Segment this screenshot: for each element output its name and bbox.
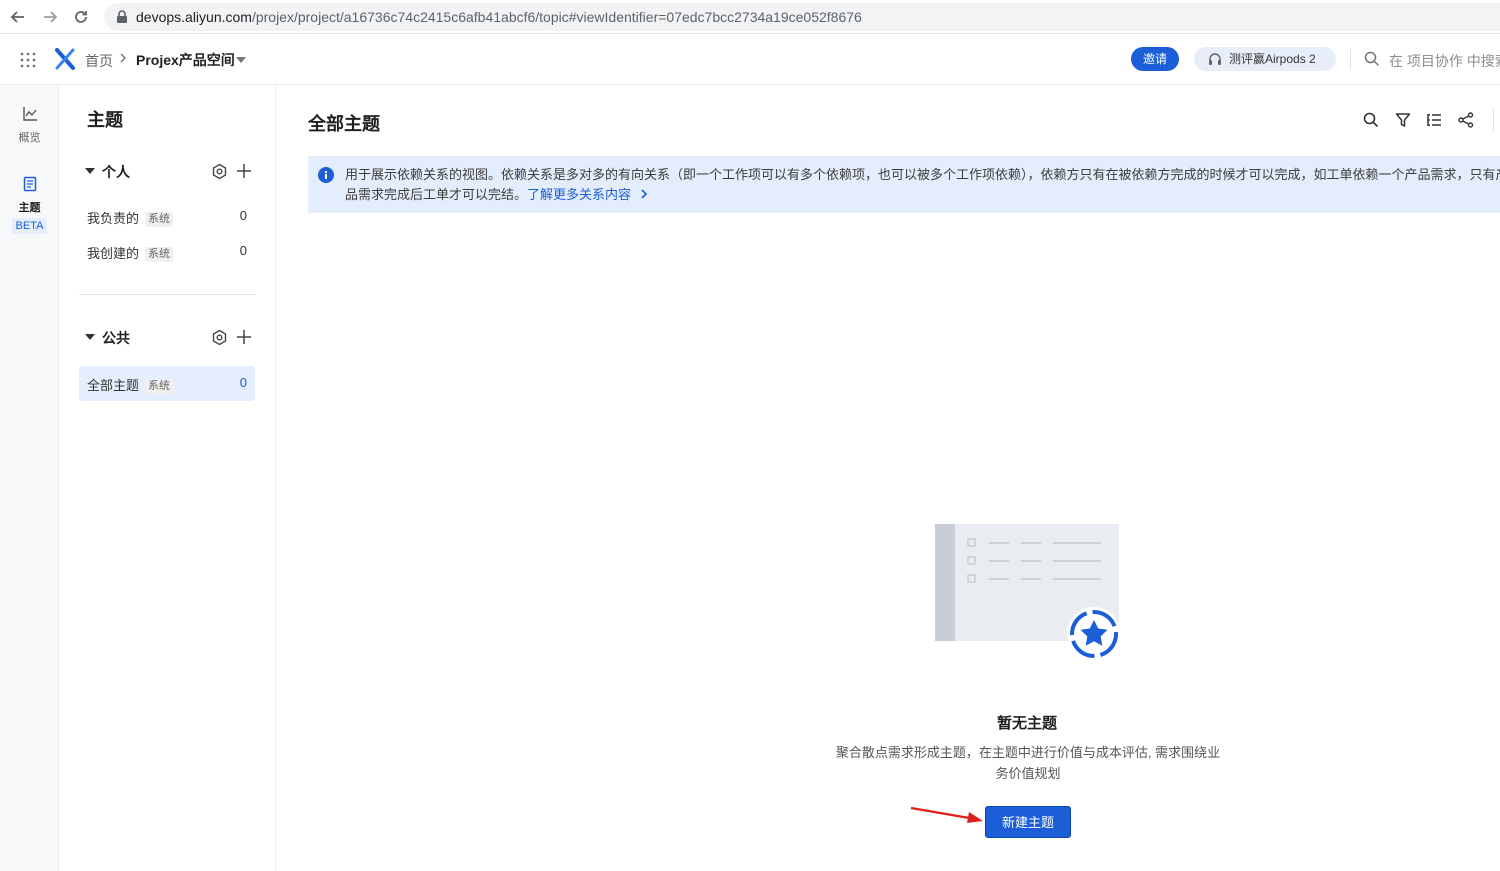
- rail-label-topic: 主题: [18, 202, 41, 214]
- caret-down-icon[interactable]: [236, 57, 246, 63]
- caret-down-icon[interactable]: [85, 334, 95, 340]
- search-icon[interactable]: [1364, 51, 1380, 67]
- lock-icon: [117, 10, 127, 23]
- url-path: /projex/project/a16736c74c2415c6afb41abc…: [251, 9, 862, 25]
- view-item-count: 0: [239, 208, 247, 223]
- chevron-right-icon: [641, 189, 647, 199]
- page-title: 全部主题: [308, 114, 380, 134]
- group-public-header[interactable]: 公共: [85, 328, 255, 348]
- promo-button[interactable]: 测评赢Airpods 2: [1194, 47, 1336, 71]
- info-icon: [318, 167, 334, 183]
- view-item-label: 我创建的: [87, 246, 140, 261]
- annotation-arrow-icon: [910, 806, 983, 823]
- system-tag: 系统: [145, 379, 174, 394]
- view-item-label: 我负责的: [87, 211, 140, 226]
- header-divider: [1350, 49, 1351, 69]
- breadcrumb-home[interactable]: 首页: [85, 51, 113, 71]
- sidebar-title: 主题: [87, 110, 123, 130]
- settings-icon[interactable]: [211, 163, 228, 180]
- views-sidebar: 主题 个人 我负责的 系统 0 我创建的 系统 0 公共 全部主题 系统 0: [60, 86, 276, 871]
- plus-icon[interactable]: [235, 328, 253, 346]
- list-tree-icon[interactable]: [1426, 112, 1442, 128]
- filter-icon[interactable]: [1395, 112, 1411, 128]
- empty-state-title: 暂无主题: [996, 715, 1057, 732]
- promo-label: 测评赢Airpods 2: [1229, 52, 1316, 66]
- back-arrow-icon[interactable]: [8, 7, 28, 27]
- chevron-right-icon: [120, 53, 127, 63]
- breadcrumb-project[interactable]: Projex产品空间: [136, 50, 235, 70]
- url-host: devops.aliyun.com: [136, 9, 252, 25]
- system-tag: 系统: [145, 247, 174, 262]
- view-item-label: 全部主题: [87, 378, 140, 393]
- search-icon[interactable]: [1363, 112, 1379, 128]
- main-content: 全部主题 用于展示依赖关系的视图。依赖关系是多对多的有向关系（即一个工作项可以有…: [277, 86, 1500, 871]
- projex-logo-icon[interactable]: [54, 48, 76, 70]
- view-item-count: 0: [239, 375, 247, 390]
- document-icon: [23, 176, 36, 192]
- browser-toolbar: devops.aliyun.com/projex/project/a16736c…: [0, 0, 1500, 34]
- rail-item-overview[interactable]: 概览: [0, 106, 59, 145]
- banner-text-block: 用于展示依赖关系的视图。依赖关系是多对多的有向关系（即一个工作项可以有多个依赖项…: [345, 165, 1500, 205]
- view-item-my-responsible[interactable]: 我负责的 系统 0: [79, 199, 255, 234]
- settings-icon[interactable]: [211, 329, 228, 346]
- headphones-icon: [1209, 53, 1221, 65]
- toolbar-divider: [1493, 108, 1494, 132]
- info-banner: 用于展示依赖关系的视图。依赖关系是多对多的有向关系（即一个工作项可以有多个依赖项…: [308, 156, 1500, 213]
- view-item-count: 0: [239, 243, 247, 258]
- group-personal-label: 个人: [102, 164, 130, 180]
- banner-text: 用于展示依赖关系的视图。依赖关系是多对多的有向关系（即一个工作项可以有多个依赖项…: [345, 167, 1500, 202]
- left-nav-rail: 概览 主题 BETA: [0, 86, 59, 871]
- app-grid-icon[interactable]: [19, 51, 37, 69]
- forward-arrow-icon[interactable]: [40, 7, 60, 27]
- url-text: devops.aliyun.com/projex/project/a16736c…: [136, 9, 862, 25]
- learn-more-link[interactable]: 了解更多关系内容: [527, 187, 649, 202]
- view-item-all-topics[interactable]: 全部主题 系统 0: [79, 366, 255, 401]
- global-search-input[interactable]: 在 项目协作 中搜索: [1389, 51, 1500, 71]
- reload-icon[interactable]: [71, 7, 91, 27]
- group-public-label: 公共: [102, 330, 130, 346]
- plus-icon[interactable]: [235, 162, 253, 180]
- new-topic-button[interactable]: 新建主题: [985, 806, 1071, 838]
- empty-state-description: 聚合散点需求形成主题，在主题中进行价值与成本评估, 需求围绕业务价值规划: [835, 745, 1221, 781]
- rail-label-overview: 概览: [18, 132, 41, 144]
- view-item-my-created[interactable]: 我创建的 系统 0: [79, 234, 255, 269]
- sidebar-divider: [79, 294, 256, 295]
- share-icon[interactable]: [1458, 112, 1474, 128]
- system-tag: 系统: [145, 212, 174, 227]
- invite-button[interactable]: 邀请: [1131, 47, 1179, 71]
- group-personal-header[interactable]: 个人: [85, 162, 255, 182]
- caret-down-icon[interactable]: [85, 168, 95, 174]
- rail-item-topic[interactable]: 主题 BETA: [0, 176, 59, 234]
- empty-state-illustration: [935, 524, 1121, 661]
- beta-badge: BETA: [11, 218, 48, 234]
- learn-more-link-label: 了解更多关系内容: [527, 187, 632, 202]
- chart-line-icon: [22, 107, 37, 121]
- address-bar[interactable]: devops.aliyun.com/projex/project/a16736c…: [104, 3, 1500, 31]
- app-header: 首页 Projex产品空间 邀请 测评赢Airpods 2 在 项目协作 中搜索: [0, 35, 1500, 85]
